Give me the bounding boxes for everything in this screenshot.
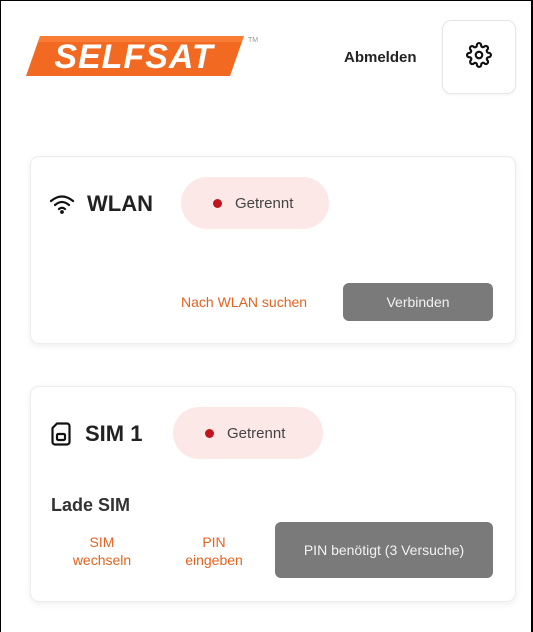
gear-icon bbox=[466, 41, 492, 73]
enter-pin-label-line2: eingeben bbox=[185, 552, 243, 568]
svg-text:TM: TM bbox=[248, 37, 258, 44]
wlan-status-badge: Getrennt bbox=[181, 177, 329, 229]
wlan-card: WLAN Getrennt Nach WLAN suchen Verbinden bbox=[30, 156, 516, 344]
switch-sim-link[interactable]: SIM wechseln bbox=[67, 533, 137, 569]
sim-loading-text: Lade SIM bbox=[51, 495, 131, 515]
status-dot-icon bbox=[205, 428, 214, 438]
wlan-title-row: WLAN bbox=[49, 191, 153, 217]
connect-button[interactable]: Verbinden bbox=[343, 283, 493, 321]
enter-pin-label-line1: PIN bbox=[202, 534, 226, 550]
sim-status-text: Getrennt bbox=[227, 424, 286, 442]
logout-button[interactable]: Abmelden bbox=[344, 49, 417, 66]
sim-title: SIM 1 bbox=[85, 421, 143, 446]
svg-text:SELFSAT: SELFSAT bbox=[54, 38, 216, 76]
scan-wlan-link[interactable]: Nach WLAN suchen bbox=[181, 293, 307, 311]
sim-card-icon bbox=[51, 422, 71, 446]
pin-required-button[interactable]: PIN benötigt (3 Versuche) bbox=[275, 522, 493, 578]
enter-pin-link[interactable]: PIN eingeben bbox=[181, 533, 247, 569]
wlan-status-text: Getrennt bbox=[235, 194, 294, 212]
settings-button[interactable] bbox=[442, 20, 516, 94]
selfsat-logo: SELFSAT TM bbox=[26, 30, 258, 80]
sim-title-row: SIM 1 bbox=[51, 421, 142, 447]
status-dot-icon bbox=[213, 198, 222, 208]
wlan-title: WLAN bbox=[87, 191, 153, 216]
sim-card: SIM 1 Getrennt Lade SIM SIM wechseln PIN… bbox=[30, 386, 516, 602]
switch-sim-label-line2: wechseln bbox=[72, 552, 132, 568]
switch-sim-label-line1: SIM bbox=[89, 534, 115, 550]
sim-status-badge: Getrennt bbox=[173, 407, 323, 459]
wifi-icon bbox=[49, 194, 75, 214]
